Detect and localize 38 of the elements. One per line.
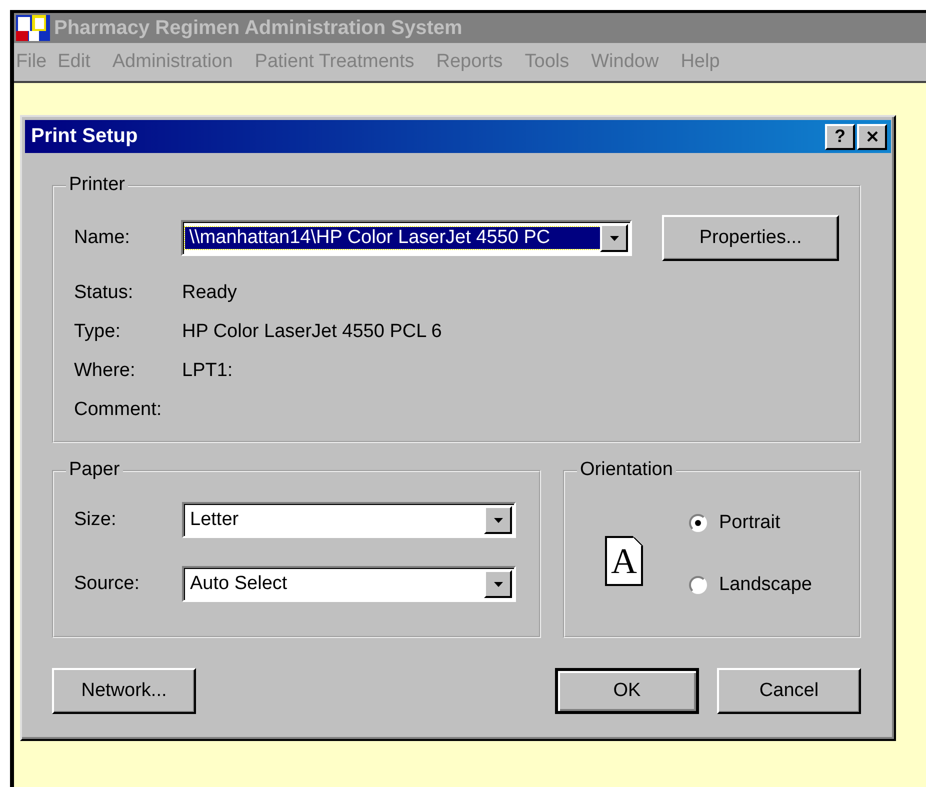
info-value: HP Color LaserJet 4550 PCL 6 [182, 320, 442, 342]
info-label: Type: [74, 320, 122, 342]
radio-button[interactable] [689, 514, 707, 532]
caret-icon [494, 518, 502, 522]
dialog-button[interactable]: OK [555, 668, 699, 714]
dropdown-value: Auto Select [189, 573, 288, 595]
info-value: Ready [182, 282, 237, 304]
dialog-title: Print Setup [31, 125, 138, 148]
caret-icon [610, 236, 619, 240]
printer-dropdown[interactable]: \\manhattan14\HP Color LaserJet 4550 PC [181, 220, 632, 256]
info-label: Status: [74, 282, 134, 304]
dropdown-arrow-button[interactable] [484, 506, 512, 534]
dialog-button[interactable]: Network... [52, 668, 196, 714]
dropdown-value: \\manhattan14\HP Color LaserJet 4550 PC [185, 227, 600, 249]
radio-label[interactable]: Landscape [719, 574, 812, 596]
radio-button[interactable] [689, 576, 707, 594]
info-label: Where: [74, 360, 136, 382]
radio-label[interactable]: Portrait [719, 512, 780, 534]
field-label: Source: [74, 573, 140, 595]
info-value: LPT1: [182, 360, 233, 382]
close-icon [866, 131, 878, 142]
dialog-button[interactable]: Cancel [717, 668, 861, 714]
group-label: Paper [66, 459, 123, 481]
close-button[interactable] [857, 124, 887, 150]
help-button[interactable]: ? [825, 124, 855, 150]
caret-icon [494, 582, 502, 586]
properties-button[interactable]: Properties... [662, 215, 840, 261]
page-icon: A [605, 536, 643, 586]
field-label: Name: [74, 227, 131, 249]
app-title: Pharmacy Regimen Administration System [54, 16, 462, 40]
dropdown-arrow-button[interactable] [484, 570, 512, 598]
dropdown[interactable]: Letter [182, 502, 516, 538]
dropdown-value: Letter [189, 509, 240, 531]
app-icon [16, 15, 50, 41]
field-label: Size: [74, 509, 118, 531]
dropdown-arrow-button[interactable] [600, 224, 628, 252]
dropdown[interactable]: Auto Select [182, 566, 516, 602]
info-label: Comment: [74, 398, 163, 420]
